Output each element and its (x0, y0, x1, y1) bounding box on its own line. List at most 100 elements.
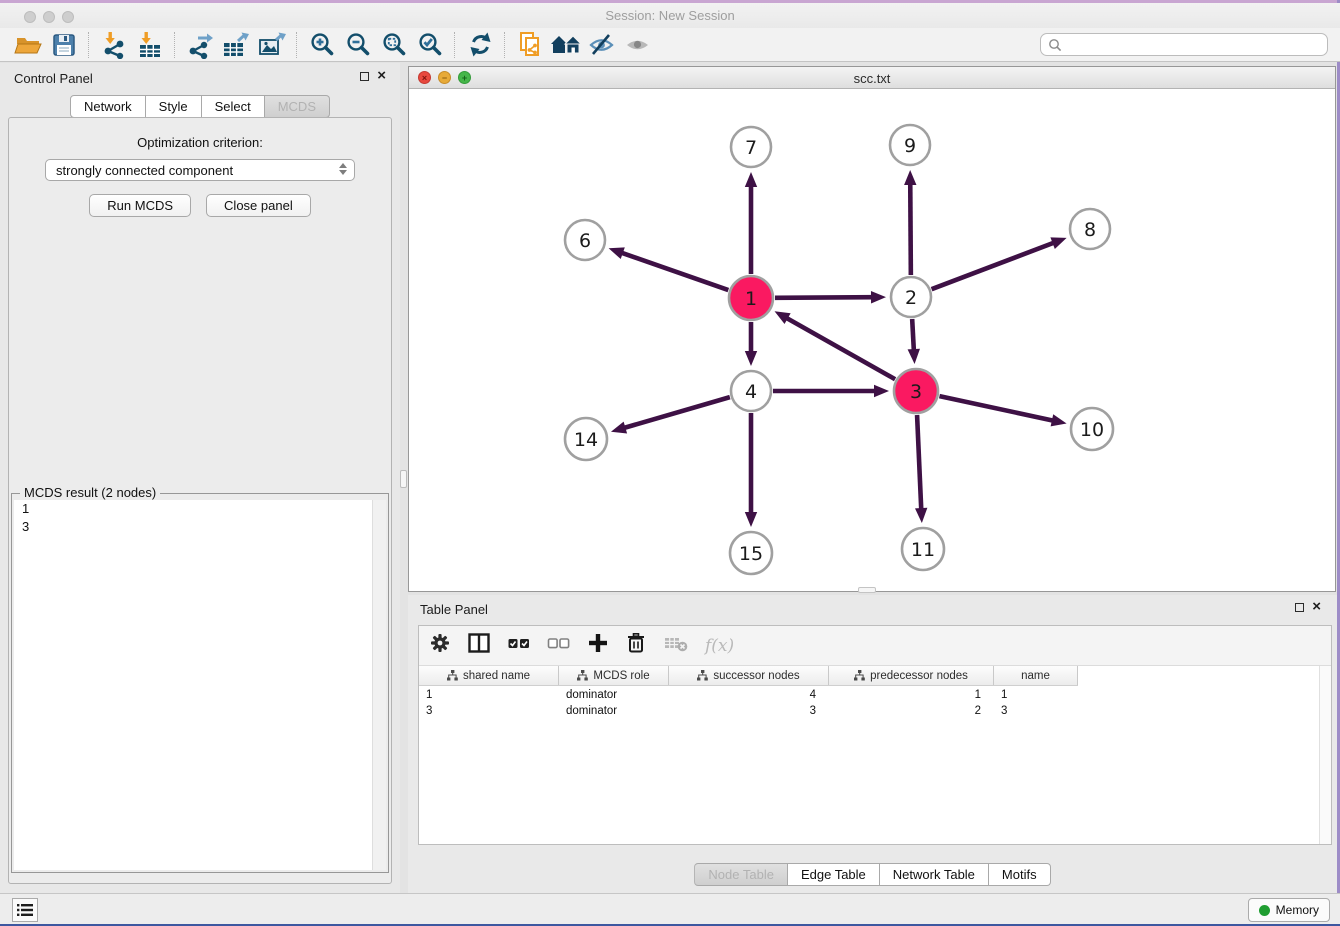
column-header-shared-name[interactable]: shared name (419, 666, 559, 685)
graph-node-1[interactable]: 1 (729, 276, 773, 320)
table-settings-gear-icon[interactable] (429, 632, 451, 659)
create-column-plus-icon[interactable] (587, 632, 609, 659)
export-image-icon[interactable] (254, 30, 290, 60)
table-panel-title: Table Panel (420, 602, 488, 617)
refresh-icon[interactable] (462, 30, 498, 60)
graph-edge-3-10[interactable] (939, 396, 1066, 426)
tab-network[interactable]: Network (70, 95, 146, 118)
tab-mcds[interactable]: MCDS (265, 95, 330, 118)
optimization-criterion-select[interactable]: strongly connected component (45, 159, 355, 181)
column-type-icon (697, 670, 708, 681)
show-networks-icon[interactable] (548, 30, 584, 60)
task-history-button[interactable] (12, 898, 38, 922)
tab-select[interactable]: Select (202, 95, 265, 118)
graph-edge-3-11[interactable] (915, 415, 927, 523)
column-header-mcds-role[interactable]: MCDS role (559, 666, 669, 685)
save-session-icon[interactable] (46, 30, 82, 60)
network-window: × − + scc.txt 7968124314101511 (408, 66, 1336, 592)
export-table-icon[interactable] (218, 30, 254, 60)
import-network-icon[interactable] (96, 30, 132, 60)
graph-node-8[interactable]: 8 (1070, 209, 1110, 249)
select-all-columns-icon[interactable] (507, 632, 531, 659)
zoom-in-icon[interactable] (304, 30, 340, 60)
tab-motifs[interactable]: Motifs (989, 863, 1051, 886)
column-header-successor-nodes[interactable]: successor nodes (669, 666, 829, 685)
mcds-result-list[interactable]: 1 3 (14, 500, 386, 870)
graph-node-7[interactable]: 7 (731, 127, 771, 167)
graph-node-6[interactable]: 6 (565, 220, 605, 260)
graph-node-label: 8 (1084, 219, 1096, 241)
graph-node-10[interactable]: 10 (1071, 408, 1113, 450)
horizontal-splitter-handle[interactable] (858, 587, 876, 593)
graph-edge-1-2[interactable] (775, 291, 886, 303)
graph-edge-1-7[interactable] (745, 172, 757, 274)
graph-edge-2-8[interactable] (932, 237, 1067, 289)
float-panel-icon[interactable] (360, 72, 369, 81)
toolbar-separator (504, 32, 506, 58)
clone-network-icon[interactable] (512, 30, 548, 60)
close-panel-button[interactable]: Close panel (206, 194, 311, 217)
graph-node-label: 7 (745, 137, 757, 159)
mcds-result-item: 3 (14, 518, 386, 536)
column-header-predecessor-nodes[interactable]: predecessor nodes (829, 666, 994, 685)
tab-style[interactable]: Style (146, 95, 202, 118)
unselect-all-columns-icon[interactable] (547, 632, 571, 659)
column-header-name[interactable]: name (994, 666, 1078, 685)
table-panel-tabs: Node Table Edge Table Network Table Moti… (408, 863, 1337, 886)
selected-option-label: strongly connected component (56, 163, 233, 178)
graph-node-2[interactable]: 2 (891, 277, 931, 317)
graph-edge-1-4[interactable] (745, 322, 757, 366)
control-panel-title: Control Panel (14, 71, 93, 86)
table-row[interactable]: 1 dominator 4 1 1 (419, 687, 1078, 703)
graph-edge-4-15[interactable] (745, 413, 757, 527)
show-columns-icon[interactable] (467, 632, 491, 659)
close-table-panel-icon[interactable]: × (1312, 602, 1321, 612)
table-scrollbar[interactable] (1319, 666, 1331, 844)
table-row[interactable]: 3 dominator 3 2 3 (419, 703, 1078, 719)
tab-edge-table[interactable]: Edge Table (788, 863, 880, 886)
graph-edge-2-3[interactable] (908, 319, 920, 364)
zoom-selected-icon[interactable] (412, 30, 448, 60)
network-window-title: scc.txt (409, 71, 1335, 86)
graph-node-14[interactable]: 14 (565, 418, 607, 460)
toolbar-separator (88, 32, 90, 58)
run-mcds-button[interactable]: Run MCDS (89, 194, 191, 217)
search-input[interactable] (1063, 37, 1327, 53)
table-panel: Table Panel × (408, 595, 1337, 893)
zoom-fit-icon[interactable] (376, 30, 412, 60)
tab-network-table[interactable]: Network Table (880, 863, 989, 886)
network-canvas[interactable]: 7 9 6 8 1 2 4 3 14 10 15 11 (409, 89, 1335, 591)
graph-node-4[interactable]: 4 (731, 371, 771, 411)
graph-edge-2-9[interactable] (904, 170, 916, 275)
hide-panels-eye-icon[interactable] (584, 30, 620, 60)
import-table-icon[interactable] (132, 30, 168, 60)
graph-edge-3-1[interactable] (775, 311, 896, 379)
vertical-splitter-handle[interactable] (400, 470, 407, 488)
search-field[interactable] (1040, 33, 1328, 56)
zoom-out-icon[interactable] (340, 30, 376, 60)
graph-node-15[interactable]: 15 (730, 532, 772, 574)
graph-edge-4-14[interactable] (611, 397, 730, 433)
graph-node-label: 14 (574, 429, 598, 451)
toolbar-separator (454, 32, 456, 58)
app-titlebar: Session: New Session (0, 3, 1340, 29)
graph-node-11[interactable]: 11 (902, 528, 944, 570)
graph-edge-1-6[interactable] (609, 247, 729, 290)
network-graph[interactable]: 7 9 6 8 1 2 4 3 14 10 15 11 (409, 89, 1335, 591)
export-network-icon[interactable] (182, 30, 218, 60)
control-panel: Control Panel × Network Style Select MCD… (0, 63, 400, 893)
memory-button[interactable]: Memory (1248, 898, 1330, 922)
graph-node-label: 1 (745, 288, 757, 310)
graph-edge-4-3[interactable] (773, 385, 889, 397)
search-icon (1047, 37, 1063, 53)
graph-node-3[interactable]: 3 (894, 369, 938, 413)
open-session-icon[interactable] (10, 30, 46, 60)
graph-node-9[interactable]: 9 (890, 125, 930, 165)
result-scrollbar[interactable] (372, 500, 386, 870)
tab-node-table[interactable]: Node Table (694, 863, 788, 886)
close-panel-icon[interactable]: × (377, 71, 386, 81)
delete-column-trash-icon[interactable] (625, 632, 647, 659)
graph-node-label: 11 (911, 539, 935, 561)
float-table-panel-icon[interactable] (1295, 603, 1304, 612)
column-type-icon (577, 670, 588, 681)
